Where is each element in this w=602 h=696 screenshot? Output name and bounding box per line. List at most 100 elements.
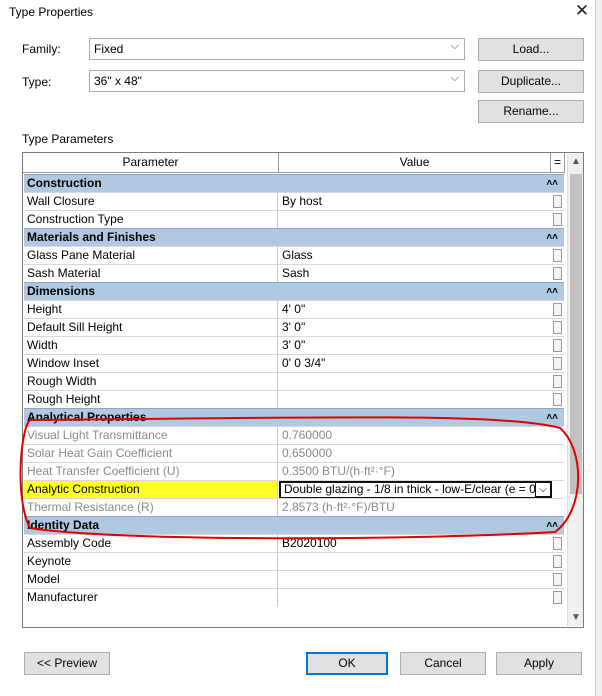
parameter-value[interactable]: 0.760000 [279,427,551,445]
parameter-value[interactable] [279,553,551,571]
parameter-value[interactable] [279,373,551,391]
preview-button[interactable]: << Preview [24,652,110,675]
table-row[interactable]: Window Inset 0' 0 3/4" [24,354,564,373]
associate-parameter-button[interactable] [553,555,562,568]
associate-parameter-button[interactable] [553,537,562,550]
parameter-value[interactable]: Sash [279,265,551,283]
table-row[interactable]: Glass Pane Material Glass [24,246,564,265]
group-header[interactable]: Dimensions ˄˄ [24,282,564,300]
table-row[interactable]: Model [24,570,564,589]
group-title: Analytical Properties [27,410,147,424]
scroll-down-icon[interactable]: ▼ [568,610,583,626]
parameter-name: Model [24,571,278,589]
parameter-name: Manufacturer [24,589,278,607]
associate-parameter-button[interactable] [553,303,562,316]
collapse-chevron-icon[interactable]: ˄˄ [546,283,558,300]
parameter-value[interactable]: 0.650000 [279,445,551,463]
table-row[interactable]: Sash Material Sash [24,264,564,283]
parameter-value[interactable]: B2020100 [279,535,551,553]
associate-parameter-button[interactable] [553,267,562,280]
parameter-name: Glass Pane Material [24,247,278,265]
ok-button[interactable]: OK [306,652,388,675]
group-title: Dimensions [27,284,96,298]
parameter-value[interactable]: 2.8573 (h·ft²·°F)/BTU [279,499,551,517]
parameter-value[interactable]: 3' 0" [279,337,551,355]
parameter-name: Height [24,301,278,319]
group-header[interactable]: Analytical Properties ˄˄ [24,408,564,426]
parameter-value[interactable] [279,391,551,409]
family-label: Family: [22,42,61,56]
table-row[interactable]: Rough Height [24,390,564,409]
associate-parameter-button[interactable] [553,213,562,226]
table-row[interactable]: Manufacturer [24,588,564,607]
family-select[interactable]: Fixed ⌵ [89,38,465,60]
group-title: Materials and Finishes [27,230,156,244]
associate-parameter-button[interactable] [553,339,562,352]
collapse-chevron-icon[interactable]: ˄˄ [546,409,558,426]
parameter-value[interactable]: 0.3500 BTU/(h·ft²·°F) [279,463,551,481]
parameter-value[interactable]: Double glazing - 1/8 in thick - low-E/cl… [279,481,552,499]
parameter-value[interactable]: 0' 0 3/4" [279,355,551,373]
table-row[interactable]: Visual Light Transmittance 0.760000 [24,426,564,445]
group-header[interactable]: Materials and Finishes ˄˄ [24,228,564,246]
table-row[interactable]: Heat Transfer Coefficient (U) 0.3500 BTU/… [24,462,564,481]
scroll-up-icon[interactable]: ▲ [568,154,583,170]
table-row[interactable]: Solar Heat Gain Coefficient 0.650000 [24,444,564,463]
associate-parameter-button[interactable] [553,195,562,208]
duplicate-button[interactable]: Duplicate... [478,70,584,93]
chevron-down-icon: ⌵ [450,72,459,84]
associate-parameter-button[interactable] [553,249,562,262]
parameter-name: Window Inset [24,355,278,373]
parameter-name: Thermal Resistance (R) [24,499,278,517]
load-button[interactable]: Load... [478,38,584,61]
rename-button[interactable]: Rename... [478,100,584,123]
associate-parameter-button[interactable] [553,375,562,388]
cancel-button[interactable]: Cancel [400,652,486,675]
column-header-value[interactable]: Value [279,153,551,173]
parameter-value[interactable] [279,571,551,589]
type-label: Type: [22,75,52,89]
table-row[interactable]: Thermal Resistance (R) 2.8573 (h·ft²·°F)/… [24,498,564,517]
parameter-name: Construction Type [24,211,278,229]
family-value: Fixed [94,42,124,56]
table-row[interactable]: Construction Type [24,210,564,229]
group-title: Construction [27,176,102,190]
associate-parameter-button[interactable] [553,357,562,370]
associate-parameter-button[interactable] [553,393,562,406]
parameter-value[interactable]: By host [279,193,551,211]
vertical-scrollbar[interactable]: ▲ ▼ [567,154,583,626]
parameter-value[interactable]: Glass [279,247,551,265]
collapse-chevron-icon[interactable]: ˄˄ [546,229,558,246]
column-header-parameter[interactable]: Parameter [23,153,279,173]
associate-parameter-button[interactable] [553,573,562,586]
table-row[interactable]: Keynote [24,552,564,571]
parameter-value[interactable]: 3' 0" [279,319,551,337]
table-row[interactable]: Analytic Construction Double glazing - 1/… [24,480,564,499]
parameter-name: Heat Transfer Coefficient (U) [24,463,278,481]
group-header[interactable]: Identity Data ˄˄ [24,516,564,534]
table-row[interactable]: Assembly Code B2020100 [24,534,564,553]
close-icon[interactable]: ✕ [574,2,590,20]
table-row[interactable]: Default Sill Height 3' 0" [24,318,564,337]
collapse-chevron-icon[interactable]: ˄˄ [546,175,558,192]
background-window-edge [595,0,602,696]
associate-parameter-button[interactable] [553,591,562,604]
parameter-name: Default Sill Height [24,319,278,337]
parameter-value[interactable] [279,211,551,229]
table-row[interactable]: Width 3' 0" [24,336,564,355]
associate-parameter-button[interactable] [553,321,562,334]
table-row[interactable]: Rough Width [24,372,564,391]
dropdown-arrow-icon[interactable]: ⌵ [535,482,551,497]
parameter-name: Solar Heat Gain Coefficient [24,445,278,463]
parameter-name: Analytic Construction [24,481,278,499]
column-header-extra[interactable]: = [551,153,565,173]
type-select[interactable]: 36" x 48" ⌵ [89,70,465,92]
parameter-value[interactable] [279,589,551,607]
table-row[interactable]: Wall Closure By host [24,192,564,211]
scroll-thumb[interactable] [570,174,582,494]
collapse-chevron-icon[interactable]: ˄˄ [546,517,558,534]
group-header[interactable]: Construction ˄˄ [24,174,564,192]
apply-button[interactable]: Apply [496,652,582,675]
parameter-value[interactable]: 4' 0" [279,301,551,319]
table-row[interactable]: Height 4' 0" [24,300,564,319]
